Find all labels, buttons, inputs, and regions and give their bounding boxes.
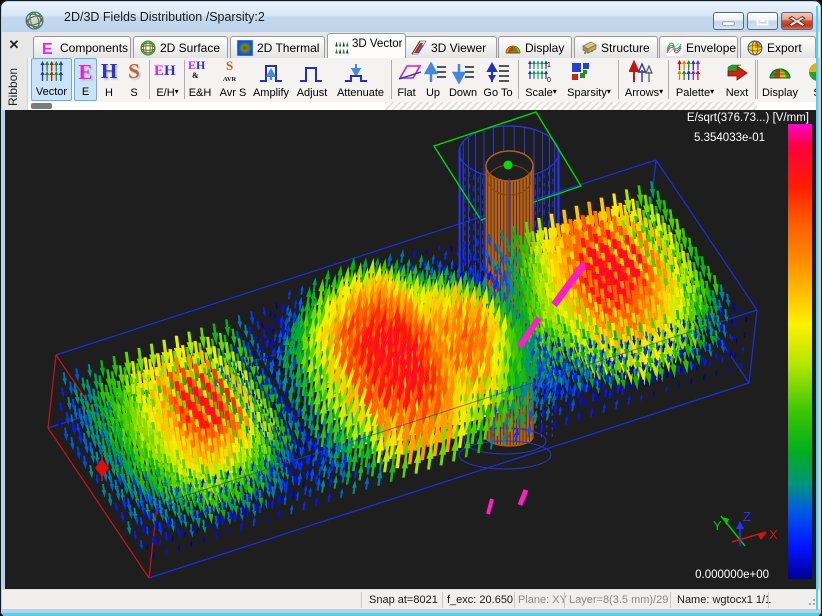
svg-text:1: 1	[547, 62, 551, 69]
svg-text:0.000000e+00: 0.000000e+00	[695, 569, 769, 581]
svg-text:E/sqrt(376.73...) [V/mm]: E/sqrt(376.73...) [V/mm]	[687, 112, 809, 124]
svg-text:X: X	[769, 527, 778, 542]
svg-text:E: E	[42, 41, 53, 56]
svg-text:Y: Y	[713, 518, 722, 533]
svg-text:5.354033e-01: 5.354033e-01	[694, 132, 765, 144]
svg-text:Z: Z	[743, 509, 751, 524]
svg-text:0: 0	[547, 77, 551, 83]
